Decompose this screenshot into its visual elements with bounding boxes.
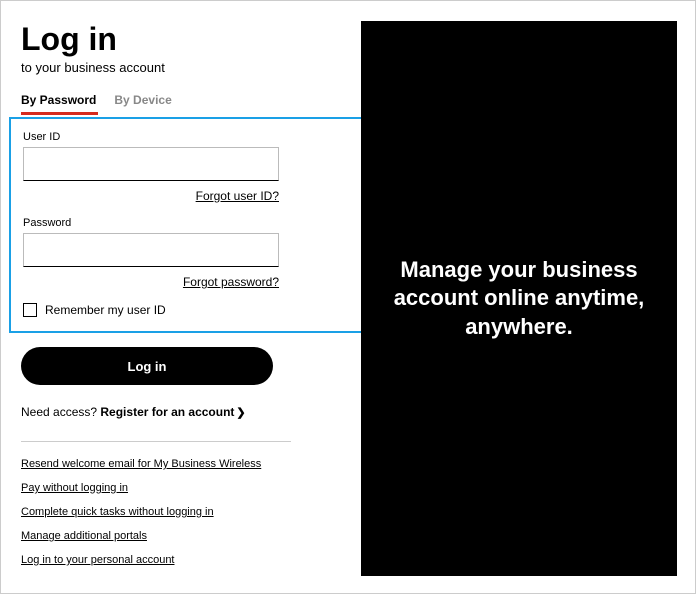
divider	[21, 441, 291, 442]
promo-text: Manage your business account online anyt…	[391, 256, 647, 342]
forgot-password-row: Forgot password?	[23, 273, 279, 291]
link-pay-without-login[interactable]: Pay without logging in	[21, 482, 128, 494]
link-quick-tasks[interactable]: Complete quick tasks without logging in	[21, 506, 214, 518]
userid-input[interactable]	[23, 147, 279, 181]
page-title: Log in	[21, 21, 341, 58]
chevron-right-icon: ❯	[236, 407, 245, 419]
forgot-userid-row: Forgot user ID?	[23, 187, 279, 205]
remember-row: Remember my user ID	[23, 303, 357, 317]
remember-checkbox[interactable]	[23, 303, 37, 317]
password-input[interactable]	[23, 233, 279, 267]
register-link[interactable]: Register for an account❯	[100, 405, 245, 419]
forgot-password-link[interactable]: Forgot password?	[183, 275, 279, 289]
login-tabs: By Password By Device	[21, 93, 341, 113]
link-manage-portals[interactable]: Manage additional portals	[21, 530, 147, 542]
remember-label: Remember my user ID	[45, 303, 166, 317]
register-row: Need access? Register for an account❯	[21, 405, 341, 419]
help-links: Resend welcome email for My Business Wir…	[21, 458, 341, 566]
page-container: Log in to your business account By Passw…	[1, 1, 695, 593]
register-prompt: Need access?	[21, 405, 100, 419]
userid-label: User ID	[23, 131, 357, 143]
login-panel: Log in to your business account By Passw…	[21, 21, 361, 573]
link-personal-account[interactable]: Log in to your personal account	[21, 554, 175, 566]
link-resend-email[interactable]: Resend welcome email for My Business Wir…	[21, 458, 261, 470]
password-label: Password	[23, 217, 357, 229]
tab-by-password[interactable]: By Password	[21, 93, 96, 113]
page-subtitle: to your business account	[21, 60, 341, 75]
tab-by-device[interactable]: By Device	[114, 93, 171, 113]
forgot-userid-link[interactable]: Forgot user ID?	[196, 189, 279, 203]
promo-panel: Manage your business account online anyt…	[361, 21, 677, 576]
login-button[interactable]: Log in	[21, 347, 273, 385]
credentials-highlight: User ID Forgot user ID? Password Forgot …	[9, 117, 371, 333]
